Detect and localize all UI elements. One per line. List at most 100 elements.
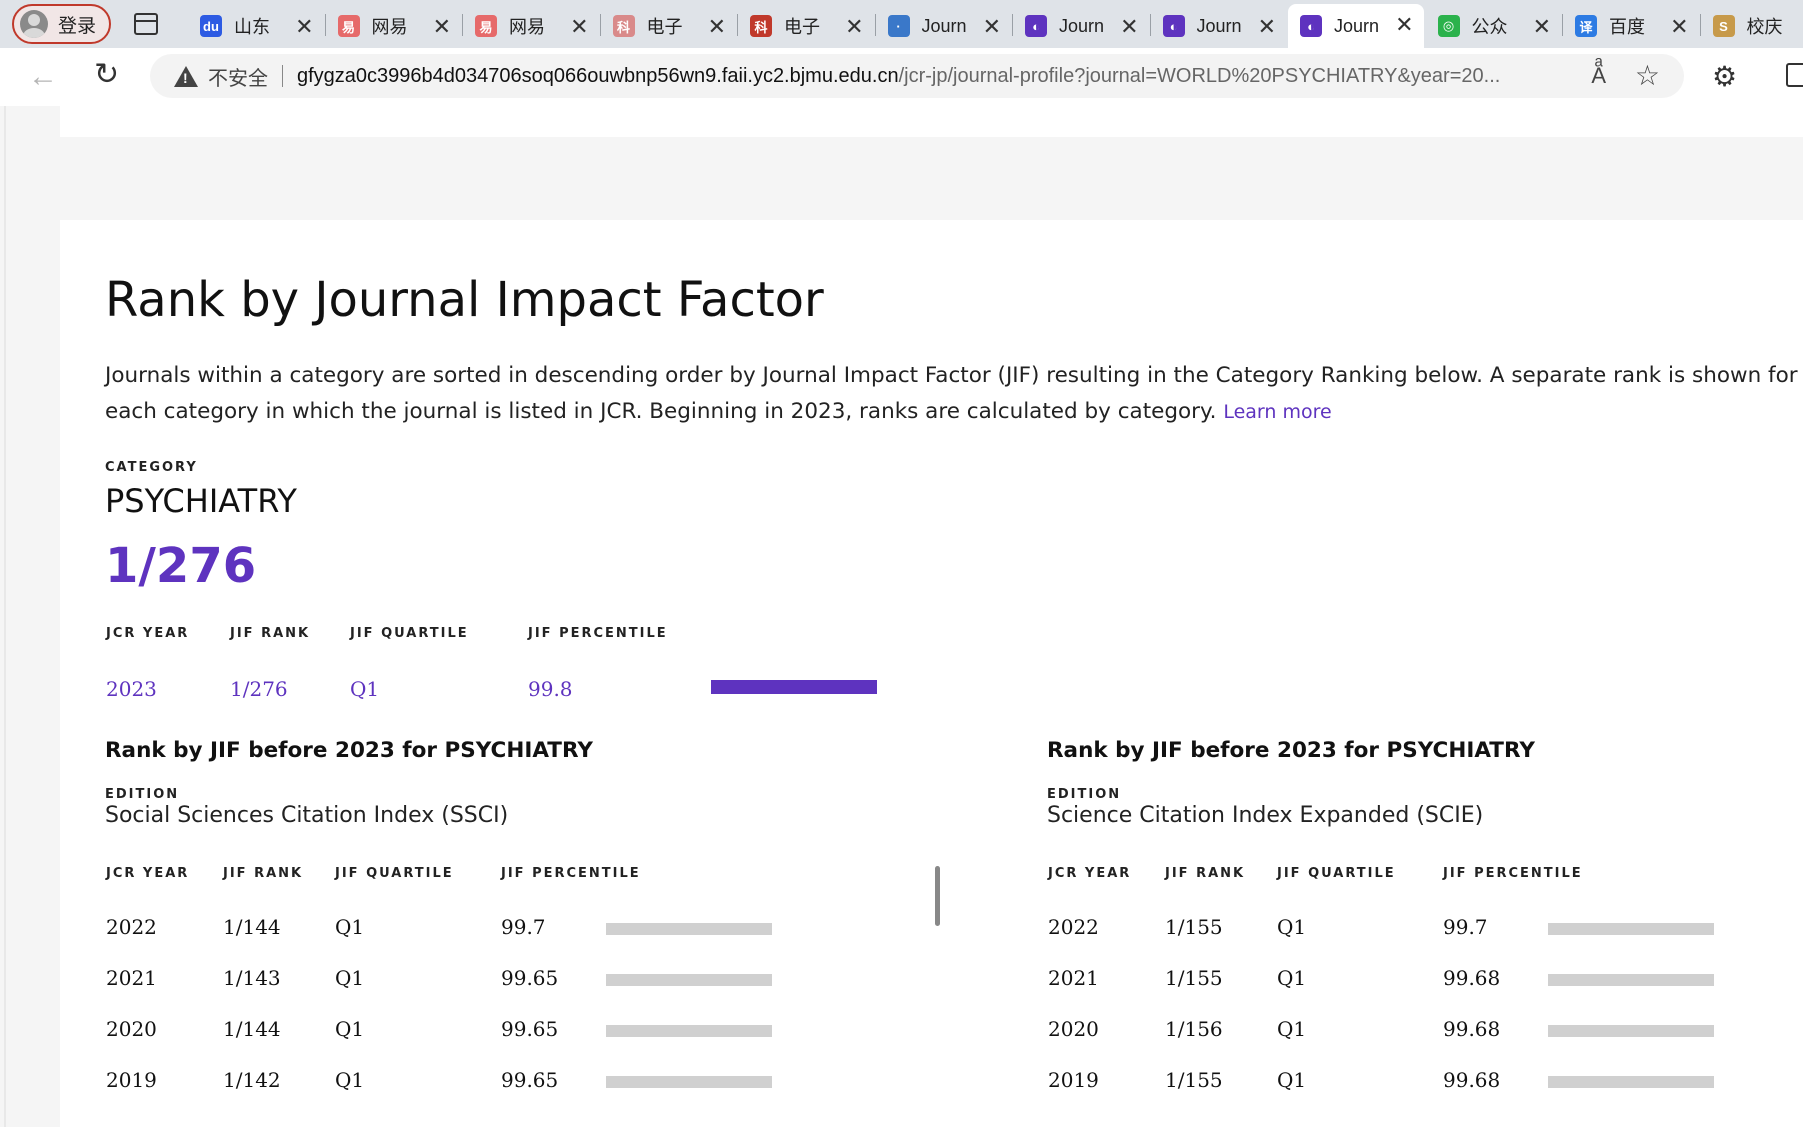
tab-favicon-icon: 易 [475, 15, 497, 37]
tab-favicon-icon: 科 [750, 15, 772, 37]
edition-name: Social Sciences Citation Index (SSCI) [105, 803, 509, 828]
history-year: 2019 [1048, 1068, 1099, 1092]
history-rank: 1/156 [1165, 1017, 1223, 1041]
browser-tab[interactable]: ◐ Journ ✕ [1013, 6, 1149, 46]
history-header-year: JCR YEAR [106, 866, 190, 881]
history-header-percentile: JIF PERCENTILE [1443, 866, 1583, 881]
address-toolbar: ← ↻ 不安全 gfygza0c3996b4d034706soq066ouwbn… [0, 48, 1803, 106]
tab-close-icon[interactable]: ✕ [1670, 14, 1688, 40]
browser-tab[interactable]: S校庆✕ [1701, 6, 1803, 46]
reload-icon[interactable]: ↻ [94, 57, 119, 92]
tab-close-icon[interactable]: ✕ [983, 14, 1001, 40]
tab-close-icon[interactable]: ✕ [570, 14, 588, 40]
current-header-rank: JIF RANK [230, 626, 311, 641]
address-divider [282, 65, 283, 87]
tab-title: 电子 [784, 17, 820, 37]
tab-favicon-icon: 易 [337, 15, 360, 37]
tab-close-icon[interactable]: ✕ [1395, 12, 1413, 38]
tab-close-icon[interactable]: ✕ [295, 14, 313, 40]
browser-tab[interactable]: 译百度 ✕ [1563, 6, 1699, 46]
tab-actions-icon[interactable] [134, 13, 158, 35]
history-percentile: 99.68 [1443, 1017, 1501, 1041]
tab-title: Journ [1334, 15, 1380, 36]
tab-title: Journ [1059, 15, 1105, 36]
history-percentile-bar-fill [1548, 1025, 1714, 1037]
tab-close-icon[interactable]: ✕ [433, 14, 451, 40]
history-percentile-bar [1548, 923, 1714, 935]
rank-by-jif-card: Rank by Journal Impact Factor Journals w… [60, 220, 1803, 1127]
tab-title: 百度 [1609, 17, 1645, 37]
tab-close-icon[interactable]: ✕ [1533, 14, 1551, 40]
insecure-label[interactable]: 不安全 [208, 62, 268, 91]
edition-name: Science Citation Index Expanded (SCIE) [1047, 803, 1484, 828]
current-rank: 1/276 [230, 677, 288, 701]
scrollbar-thumb[interactable] [935, 866, 940, 926]
warning-icon[interactable] [174, 65, 198, 87]
profile-button[interactable]: 登录 [12, 4, 111, 44]
history-percentile-bar [1548, 1076, 1714, 1088]
browser-tab[interactable]: du 山东 ✕ [188, 6, 324, 46]
current-header-quartile: JIF QUARTILE [350, 626, 469, 641]
history-quartile: Q1 [1277, 1068, 1307, 1092]
edition-caption: EDITION [1047, 787, 1122, 802]
current-percentile: 99.8 [528, 677, 573, 701]
tab-close-icon[interactable]: ✕ [845, 14, 863, 40]
address-bar[interactable]: 不安全 gfygza0c3996b4d034706soq066ouwbnp56w… [150, 54, 1684, 98]
learn-more-link[interactable]: Learn more [1223, 401, 1331, 423]
history-percentile-bar-fill [1548, 923, 1714, 935]
current-percentile-bar [711, 680, 877, 694]
tab-title: 公众 [1471, 17, 1508, 37]
history-header-rank: JIF RANK [223, 866, 304, 881]
browser-tab[interactable]: ◐ Journ ✕ [1288, 4, 1424, 48]
tab-favicon-icon: · [887, 15, 910, 37]
browser-tab[interactable]: ◎ 公众 ✕ [1426, 6, 1562, 46]
url-path[interactable]: /jcr-jp/journal-profile?journal=WORLD%20… [899, 65, 1501, 88]
tab-close-icon[interactable]: ✕ [1120, 14, 1138, 40]
tab-title: Journ [921, 15, 967, 36]
tab-title: 山东 [234, 17, 270, 37]
avatar-icon [20, 10, 48, 38]
url-host[interactable]: gfygza0c3996b4d034706soq066ouwbnp56wn9.f… [297, 65, 899, 88]
history-heading: Rank by JIF before 2023 for PSYCHIATRY [105, 738, 593, 763]
history-rank: 1/155 [1165, 1068, 1223, 1092]
page-viewport: Rank by Journal Impact Factor Journals w… [0, 106, 1803, 1127]
history-rank: 1/155 [1165, 915, 1223, 939]
browser-tab[interactable]: 易网易 ✕ [326, 6, 462, 46]
back-arrow-icon[interactable]: ← [28, 60, 58, 94]
history-percentile: 99.68 [1443, 1068, 1501, 1092]
browser-tab[interactable]: 科电子 ✕ [738, 6, 874, 46]
history-header-rank: JIF RANK [1165, 866, 1246, 881]
extensions-icon[interactable]: ⚙ [1712, 60, 1737, 93]
history-row: 2021 1/155 Q1 99.68 [60, 966, 1803, 996]
history-percentile-bar-fill [1548, 974, 1714, 986]
section-intro: Journals within a category are sorted in… [105, 358, 1803, 430]
split-screen-icon[interactable] [1786, 63, 1803, 87]
tab-title: 校庆 [1746, 17, 1783, 37]
category-caption: CATEGORY [105, 460, 198, 475]
tab-title: Journ [1196, 15, 1242, 36]
browser-tab[interactable]: ◐ Journ ✕ [1151, 6, 1287, 46]
history-percentile: 99.68 [1443, 966, 1501, 990]
history-year: 2020 [1048, 1017, 1099, 1041]
read-aloud-icon[interactable]: Aͣ [1591, 63, 1606, 89]
browser-tab-strip: 登录 du 山东 ✕ 易网易 ✕ 易网易 ✕ 科电子 ✕ 科电子 ✕ · Journ ✕ ◐ Journ ✕ ◐ J… [0, 0, 1803, 48]
profile-label: 登录 [58, 15, 97, 37]
tab-close-icon[interactable]: ✕ [708, 14, 726, 40]
history-header-year: JCR YEAR [1048, 866, 1132, 881]
browser-tab[interactable]: · Journ ✕ [876, 6, 1012, 46]
tab-favicon-icon: ◐ [1162, 15, 1185, 37]
current-year: 2023 [106, 677, 157, 701]
history-row: 2022 1/155 Q1 99.7 [60, 915, 1803, 945]
history-row: 2019 1/155 Q1 99.68 [60, 1068, 1803, 1098]
current-header-percentile: JIF PERCENTILE [528, 626, 668, 641]
previous-card-bottom [60, 106, 1803, 137]
intro-text: Journals within a category are sorted in… [105, 363, 1798, 424]
tab-close-icon[interactable]: ✕ [1258, 14, 1276, 40]
history-heading: Rank by JIF before 2023 for PSYCHIATRY [1047, 738, 1535, 763]
browser-tab[interactable]: 易网易 ✕ [463, 6, 599, 46]
browser-tab[interactable]: 科电子 ✕ [601, 6, 737, 46]
history-year: 2022 [1048, 915, 1099, 939]
tab-favicon-icon: ◎ [1437, 15, 1460, 37]
category-rank: 1/276 [105, 538, 257, 594]
favorite-star-icon[interactable]: ☆ [1635, 59, 1660, 92]
